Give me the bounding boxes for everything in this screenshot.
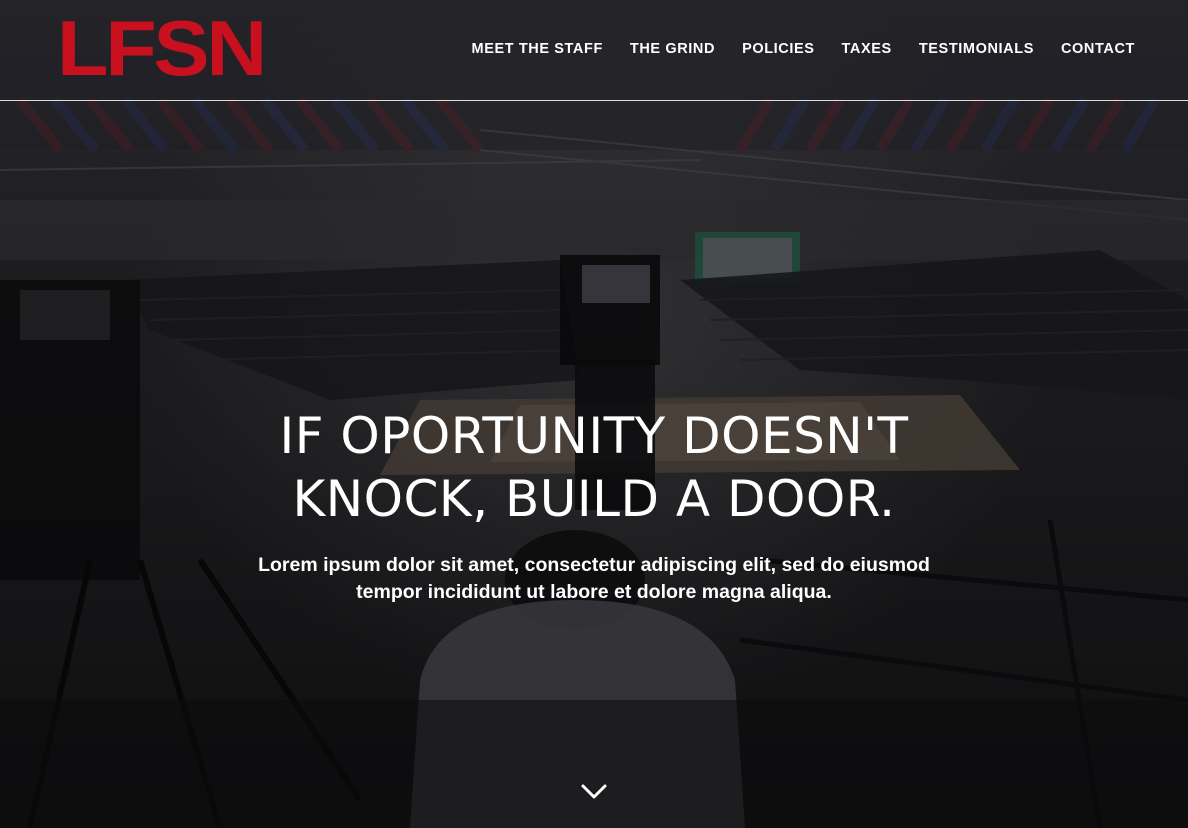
site-logo[interactable]: LFSN	[57, 9, 267, 87]
nav-item-meet-the-staff[interactable]: MEET THE STAFF	[472, 41, 603, 57]
nav-item-the-grind[interactable]: THE GRIND	[630, 41, 715, 57]
nav-item-contact[interactable]: CONTACT	[1061, 41, 1135, 57]
hero-headline: IF OPORTUNITY DOESN'T KNOCK, BUILD A DOO…	[194, 405, 994, 531]
hero-subtext-line-1: Lorem ipsum dolor sit amet, consectetur …	[258, 554, 930, 576]
hero-headline-line-1: IF OPORTUNITY DOESN'T	[279, 407, 909, 465]
main-nav: MEET THE STAFF THE GRIND POLICIES TAXES …	[445, 41, 1135, 57]
nav-item-taxes[interactable]: TAXES	[842, 41, 892, 57]
nav-item-policies[interactable]: POLICIES	[742, 41, 814, 57]
hero-subtext-line-2: tempor incididunt ut labore et dolore ma…	[356, 581, 832, 603]
site-header: LFSN MEET THE STAFF THE GRIND POLICIES T…	[0, 0, 1188, 101]
scroll-down-button[interactable]	[579, 780, 609, 804]
nav-item-testimonials[interactable]: TESTIMONIALS	[919, 41, 1034, 57]
hero-section: LFSN MEET THE STAFF THE GRIND POLICIES T…	[0, 0, 1188, 828]
hero-headline-line-2: KNOCK, BUILD A DOOR.	[292, 470, 896, 528]
chevron-down-icon	[581, 784, 607, 799]
hero-subtext: Lorem ipsum dolor sit amet, consectetur …	[194, 552, 994, 606]
